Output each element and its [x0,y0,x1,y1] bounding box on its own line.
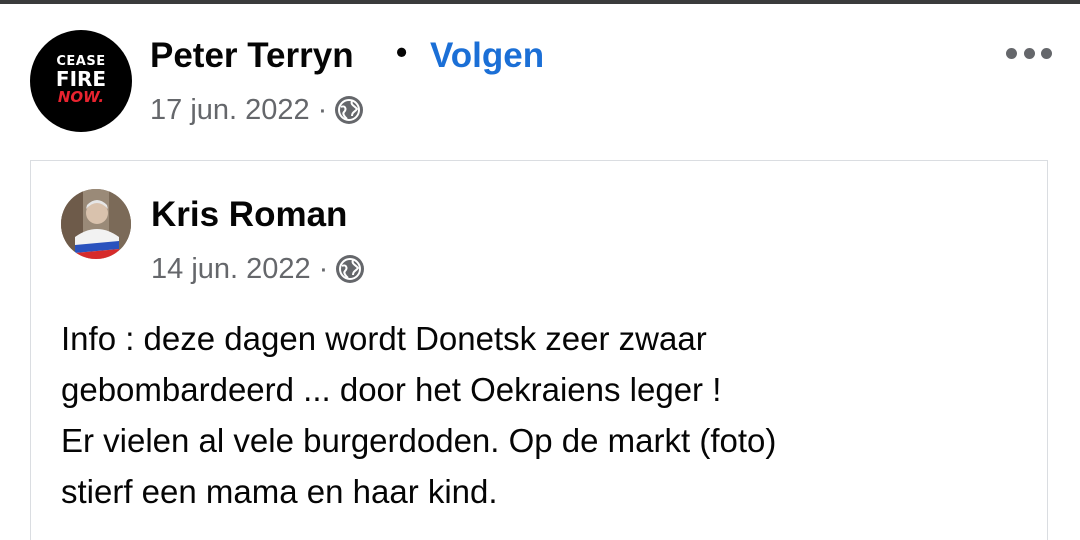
author-avatar[interactable]: CEASE FIRE NOW. [30,30,132,132]
follow-button[interactable]: Volgen [430,36,544,76]
meta-separator: · [317,93,328,126]
shared-post-card[interactable]: Kris Roman 14 jun. 2022 · Info : deze da… [30,160,1048,540]
avatar-text-line2: FIRE [55,67,107,91]
shared-author-name[interactable]: Kris Roman [151,195,347,235]
post-date[interactable]: 17 jun. 2022 [150,94,310,127]
more-dot [1006,47,1017,59]
globe-icon[interactable] [336,255,365,283]
author-name[interactable]: Peter Terryn [150,36,354,76]
post-body-text: Info : deze dagen wordt Donetsk zeer zwa… [61,313,1021,517]
post-text-line: Er vielen al vele burgerdoden. Op de mar… [61,422,777,459]
more-options-icon[interactable] [1006,44,1052,62]
more-dot [1041,47,1052,59]
post-header: CEASE FIRE NOW. Peter Terryn • Volgen 17… [0,4,1080,154]
shared-post-date[interactable]: 14 jun. 2022 [151,253,311,286]
post-text-line: gebombardeerd ... door het Oekraiens leg… [61,371,722,408]
post-meta: 17 jun. 2022 · [150,90,364,130]
shared-author-avatar[interactable] [61,189,131,259]
meta-separator: · [318,252,329,285]
more-dot [1023,47,1035,59]
avatar-text-line3: NOW. [57,88,105,106]
shared-post-meta: 14 jun. 2022 · [151,249,365,289]
post-text-line: stierf een mama en haar kind. [61,473,498,510]
post-text-line: Info : deze dagen wordt Donetsk zeer zwa… [61,320,707,357]
name-separator: • [396,34,408,70]
globe-icon[interactable] [335,96,364,124]
